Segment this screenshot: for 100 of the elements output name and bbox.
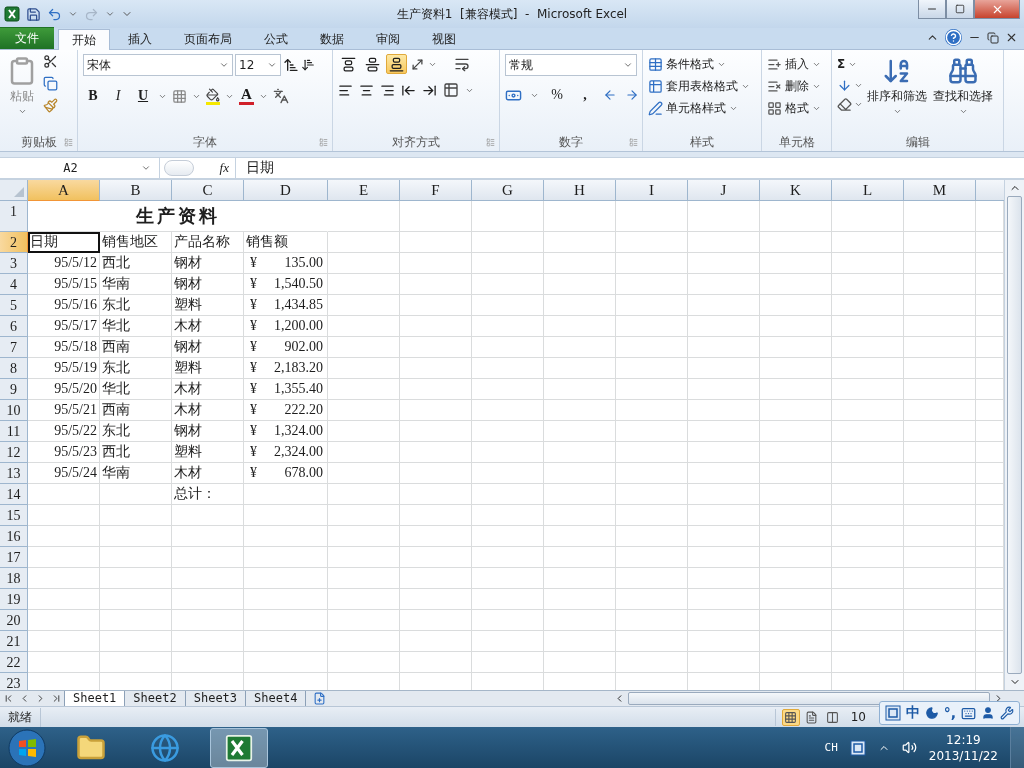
column-header[interactable]: E bbox=[328, 180, 400, 201]
align-right-icon[interactable] bbox=[380, 82, 395, 98]
ribbon-tab[interactable]: 开始 bbox=[58, 29, 110, 50]
underline-button[interactable]: U bbox=[133, 86, 153, 106]
language-indicator[interactable]: CH bbox=[824, 741, 838, 754]
ribbon-tab[interactable]: 公式 bbox=[250, 28, 302, 49]
caret-icon[interactable] bbox=[854, 81, 863, 90]
row-header[interactable]: 20 bbox=[0, 610, 28, 631]
vertical-align-button[interactable] bbox=[386, 54, 407, 74]
scrollbar-thumb[interactable] bbox=[628, 692, 990, 705]
row-header[interactable]: 18 bbox=[0, 568, 28, 589]
row-header[interactable]: 23 bbox=[0, 673, 28, 690]
cells-menu-button[interactable]: 插入 bbox=[767, 54, 821, 74]
cells-menu-button[interactable]: 删除 bbox=[767, 76, 821, 96]
row-header[interactable]: 7 bbox=[0, 337, 28, 358]
borders-icon[interactable] bbox=[172, 88, 187, 104]
restore-button[interactable] bbox=[946, 0, 974, 19]
dialog-launcher-icon[interactable] bbox=[629, 138, 638, 147]
row-header[interactable]: 6 bbox=[0, 316, 28, 337]
restore-icon[interactable] bbox=[987, 31, 999, 44]
sheet-tab[interactable]: Sheet1 bbox=[64, 690, 126, 707]
column-header[interactable] bbox=[976, 180, 1004, 201]
close-icon[interactable] bbox=[1005, 31, 1018, 44]
caret-icon[interactable] bbox=[623, 60, 633, 70]
font-size-select[interactable]: 12 bbox=[235, 54, 281, 76]
start-button[interactable] bbox=[8, 728, 46, 767]
merge-cells-icon[interactable] bbox=[443, 82, 459, 98]
insert-function-button[interactable]: fx bbox=[219, 160, 229, 176]
column-header[interactable]: C bbox=[172, 180, 244, 201]
caret-icon[interactable] bbox=[17, 107, 27, 116]
caret-icon[interactable] bbox=[267, 60, 277, 70]
wrench-icon[interactable] bbox=[1000, 706, 1014, 720]
row-header[interactable]: 19 bbox=[0, 589, 28, 610]
styles-menu-button[interactable]: 条件格式 bbox=[648, 54, 726, 74]
row-header[interactable]: 21 bbox=[0, 631, 28, 652]
format-painter-icon[interactable] bbox=[43, 98, 58, 113]
row-header[interactable]: 10 bbox=[0, 400, 28, 421]
ribbon-tab[interactable]: 插入 bbox=[114, 28, 166, 49]
number-format-select[interactable]: 常规 bbox=[505, 54, 637, 76]
dialog-launcher-icon[interactable] bbox=[486, 138, 495, 147]
styles-menu-button[interactable]: 套用表格格式 bbox=[648, 76, 750, 96]
ime-mode-button[interactable]: 中 bbox=[905, 704, 920, 722]
dialog-launcher-icon[interactable] bbox=[319, 138, 328, 147]
keyboard-icon[interactable] bbox=[961, 705, 976, 721]
undo-icon[interactable] bbox=[47, 6, 62, 22]
cut-icon[interactable] bbox=[43, 54, 58, 69]
percent-button[interactable]: % bbox=[547, 85, 567, 105]
view-button[interactable] bbox=[781, 708, 800, 726]
find-select-button[interactable]: 查找和选择 bbox=[931, 54, 995, 133]
font-color-button[interactable]: A bbox=[239, 87, 254, 105]
column-header[interactable]: B bbox=[100, 180, 172, 201]
row-header[interactable]: 11 bbox=[0, 421, 28, 442]
punctuation-button[interactable]: °, bbox=[943, 705, 956, 721]
row-header[interactable]: 16 bbox=[0, 526, 28, 547]
row-header[interactable]: 13 bbox=[0, 463, 28, 484]
row-header[interactable]: 3 bbox=[0, 253, 28, 274]
column-header[interactable]: I bbox=[616, 180, 688, 201]
styles-menu-button[interactable]: 单元格样式 bbox=[648, 98, 738, 118]
moon-icon[interactable] bbox=[924, 706, 939, 720]
caret-icon[interactable] bbox=[141, 163, 151, 173]
font-grow-icon[interactable] bbox=[283, 57, 299, 73]
row-header[interactable]: 2 bbox=[0, 232, 28, 253]
row-header[interactable]: 1 bbox=[0, 201, 28, 232]
ribbon-tab[interactable]: 数据 bbox=[306, 28, 358, 49]
formula-field[interactable]: 日期 bbox=[236, 158, 1024, 178]
minimize-button[interactable] bbox=[918, 0, 946, 19]
row-header[interactable]: 12 bbox=[0, 442, 28, 463]
save-icon[interactable] bbox=[26, 6, 41, 22]
copy-icon[interactable] bbox=[43, 76, 58, 91]
ribbon-tab[interactable]: 审阅 bbox=[362, 28, 414, 49]
column-header[interactable]: F bbox=[400, 180, 472, 201]
fill-down-icon[interactable] bbox=[837, 78, 852, 93]
close-button[interactable] bbox=[974, 0, 1020, 19]
row-header[interactable]: 4 bbox=[0, 274, 28, 295]
file-tab[interactable]: 文件 bbox=[0, 27, 54, 49]
caret-icon[interactable] bbox=[68, 9, 78, 19]
insert-sheet-icon[interactable] bbox=[313, 692, 327, 705]
sort-filter-button[interactable]: 排序和筛选 bbox=[865, 54, 929, 133]
spreadsheet-logo-icon[interactable] bbox=[4, 6, 20, 22]
column-header[interactable]: K bbox=[760, 180, 832, 201]
eraser-icon[interactable] bbox=[837, 97, 852, 112]
font-shrink-icon[interactable] bbox=[301, 58, 315, 72]
row-header[interactable]: 17 bbox=[0, 547, 28, 568]
dialog-launcher-icon[interactable] bbox=[64, 138, 73, 147]
row-header[interactable]: 15 bbox=[0, 505, 28, 526]
taskbar-app[interactable] bbox=[210, 727, 268, 768]
cells-menu-button[interactable]: 格式 bbox=[767, 98, 821, 118]
bold-button[interactable]: B bbox=[83, 86, 103, 106]
volume-icon[interactable] bbox=[901, 740, 917, 755]
formula-bar-handle[interactable] bbox=[164, 160, 194, 176]
ime-logo-icon[interactable] bbox=[849, 739, 866, 756]
column-header[interactable]: A bbox=[28, 180, 100, 201]
caret-icon[interactable] bbox=[958, 107, 968, 116]
ribbon-tab[interactable]: 视图 bbox=[418, 28, 470, 49]
align-left-icon[interactable] bbox=[338, 82, 353, 98]
align-center-icon[interactable] bbox=[359, 82, 374, 98]
comma-button[interactable]: , bbox=[575, 85, 595, 105]
row-header[interactable]: 8 bbox=[0, 358, 28, 379]
row-header[interactable]: 5 bbox=[0, 295, 28, 316]
row-header[interactable]: 9 bbox=[0, 379, 28, 400]
